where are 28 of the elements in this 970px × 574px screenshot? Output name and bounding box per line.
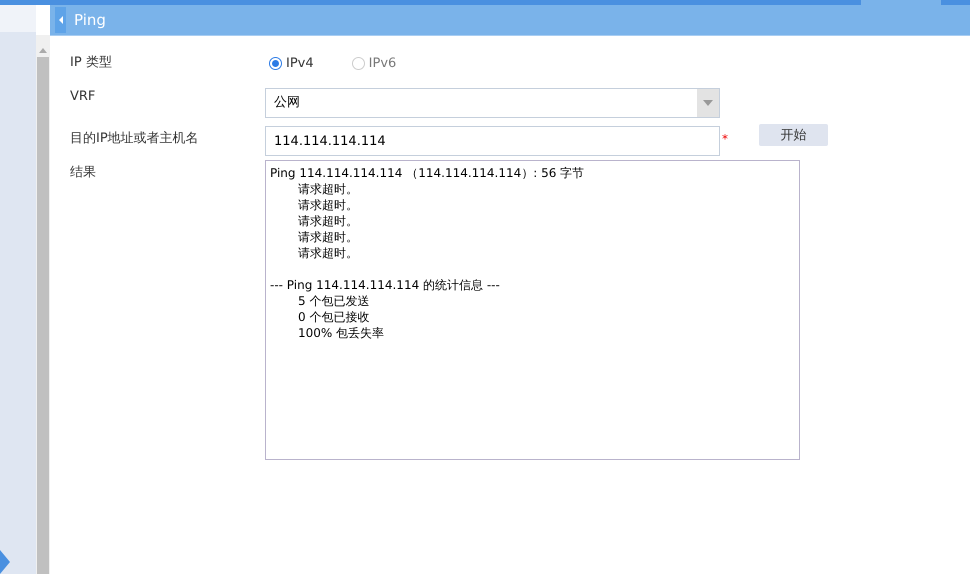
field-label: IP 类型 (70, 54, 113, 72)
field-label: 结果 (70, 164, 97, 182)
output-line: --- Ping 114.114.114.114 的统计信息 --- (270, 277, 501, 293)
dropdown-icon (703, 100, 713, 106)
vrf-select[interactable]: 公网 (265, 88, 720, 118)
output-line: 请求超时。 (297, 213, 359, 229)
collapse-button[interactable] (55, 7, 66, 33)
output-line: 5 个包已发送 (297, 293, 370, 309)
scrollbar-thumb[interactable] (37, 57, 49, 574)
output-line: 请求超时。 (297, 245, 359, 261)
radio-option[interactable]: IPv6 (352, 56, 396, 70)
output-line: 请求超时。 (297, 197, 359, 213)
field-label: 目的IP地址或者主机名 (70, 130, 200, 148)
required-mark: * (722, 131, 728, 148)
target-input-field[interactable]: 114.114.114.114 (265, 126, 720, 156)
scroll-up-icon[interactable] (39, 47, 47, 53)
output-line: 0 个包已接收 (297, 309, 370, 325)
radio-option[interactable]: IPv4 (269, 56, 314, 70)
output-line: 请求超时。 (297, 229, 359, 245)
caret-icon (58, 16, 62, 24)
expand-tab-icon[interactable] (0, 550, 10, 574)
start-button[interactable]: 开始 (759, 124, 828, 146)
page-title: Ping (74, 11, 106, 29)
output-line: Ping 114.114.114.114 （114.114.114.114）: 56 字节 (270, 165, 586, 181)
output-line: 请求超时。 (297, 181, 359, 197)
field-label: VRF (70, 88, 96, 106)
sidebar-top-panel (0, 5, 36, 32)
output-line: 100% 包丢失率 (297, 325, 386, 341)
